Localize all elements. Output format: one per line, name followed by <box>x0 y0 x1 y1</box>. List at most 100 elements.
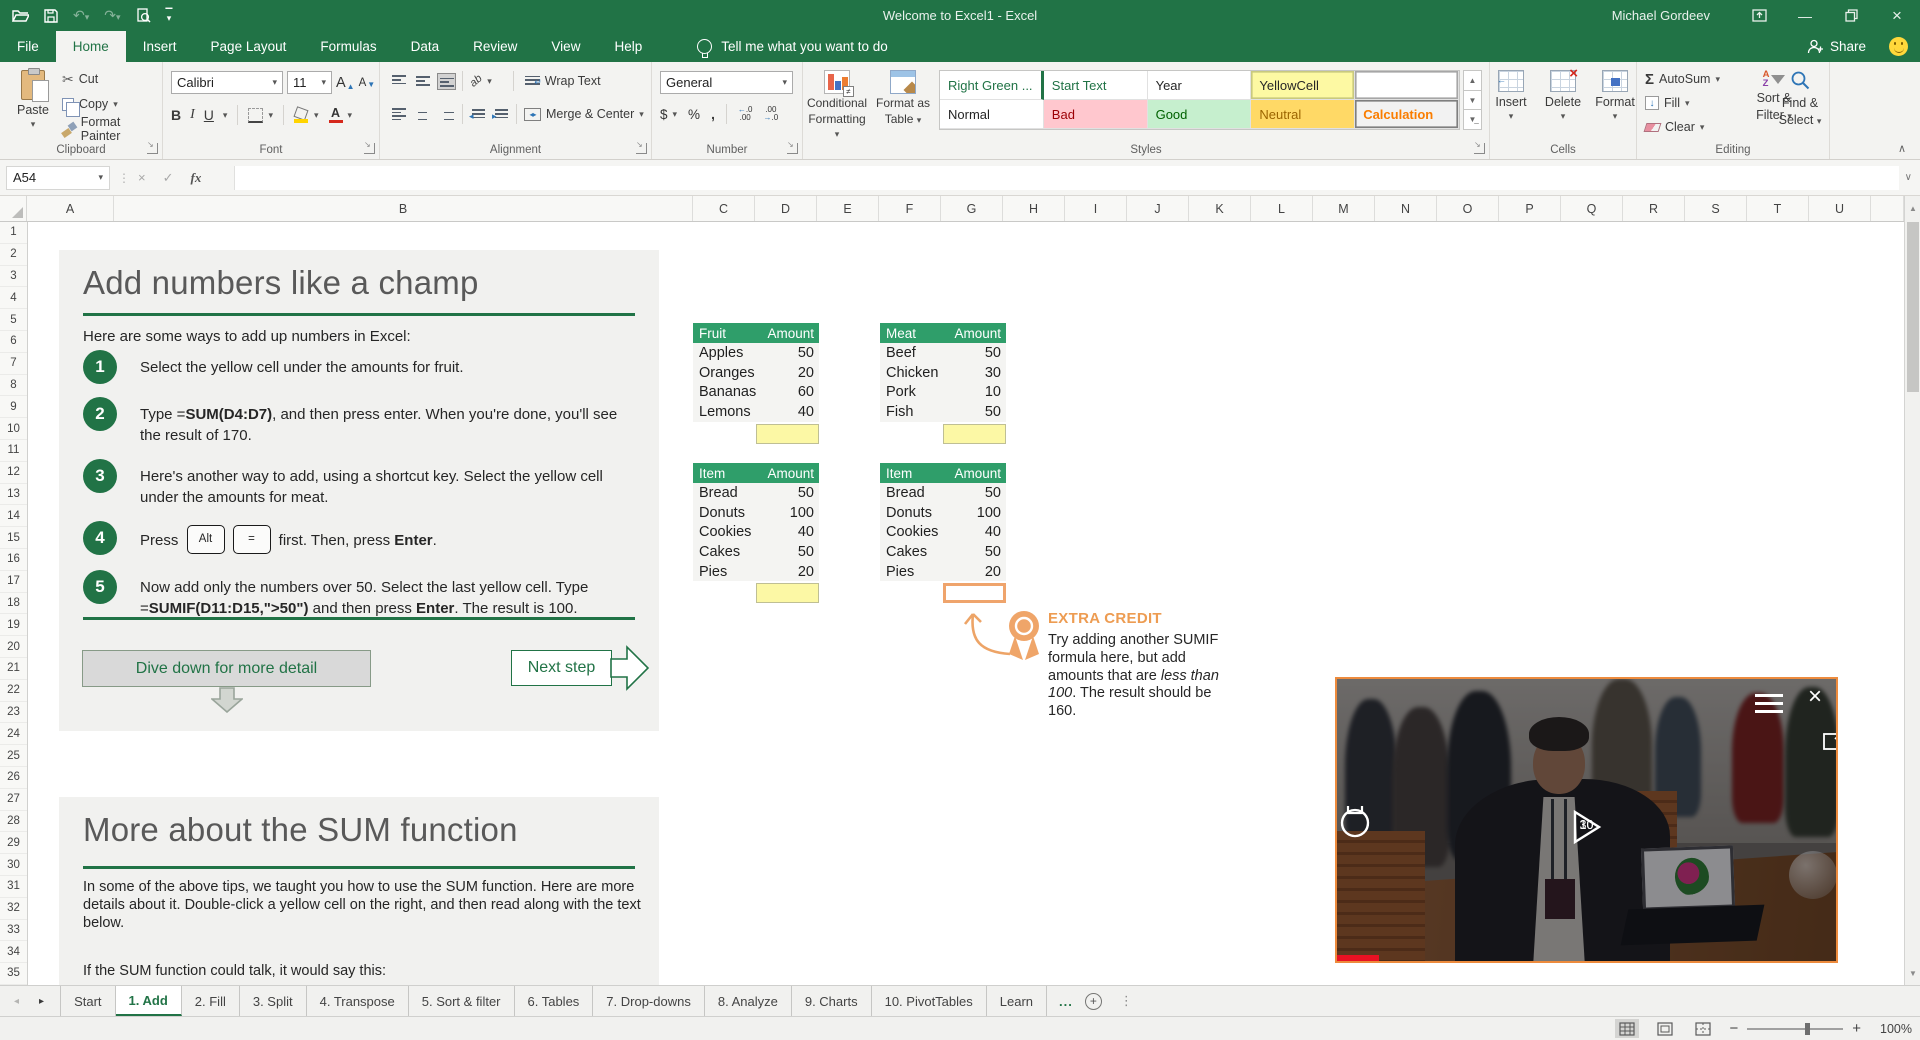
row-header-13[interactable]: 13 <box>0 484 27 506</box>
row-header-32[interactable]: 32 <box>0 898 27 920</box>
customize-qat-icon[interactable]: ▔ ▾ <box>166 8 173 22</box>
row-header-21[interactable]: 21 <box>0 658 27 680</box>
find-select-button[interactable]: Find & Select ▾ <box>1775 70 1825 127</box>
scroll-down-icon[interactable]: ▼ <box>1905 961 1920 985</box>
yellow-answer-cell[interactable] <box>943 423 1006 444</box>
video-close-icon[interactable]: × <box>1808 683 1822 711</box>
table-row[interactable]: Cakes 50 <box>880 542 1006 562</box>
decrease-indent-icon[interactable]: ◂ <box>469 108 486 121</box>
formula-input[interactable] <box>234 165 1899 190</box>
select-all-corner[interactable] <box>0 196 27 221</box>
table-row[interactable]: Beef 50 <box>880 343 1006 363</box>
bottom-align-icon[interactable] <box>437 72 456 90</box>
cancel-formula-icon[interactable]: × <box>138 170 146 185</box>
sheet-tab-2-fill[interactable]: 2. Fill <box>182 986 240 1016</box>
table-row[interactable]: Pork 10 <box>880 382 1006 403</box>
row-header-34[interactable]: 34 <box>0 941 27 964</box>
zoom-slider[interactable] <box>1747 1022 1844 1035</box>
wrap-text-button[interactable]: ↵ Wrap Text <box>524 74 601 88</box>
video-frame[interactable]: × 10 30 <box>1335 677 1838 963</box>
sheet-tab-10-pivottables[interactable]: 10. PivotTables <box>872 986 987 1016</box>
column-header-o[interactable]: O <box>1437 196 1499 221</box>
row-header-30[interactable]: 30 <box>0 854 27 876</box>
row-header-27[interactable]: 27 <box>0 789 27 811</box>
style-neutral[interactable]: Neutral <box>1251 100 1356 129</box>
ribbon-tab-data[interactable]: Data <box>394 31 457 62</box>
save-icon[interactable] <box>44 8 58 23</box>
row-header-31[interactable]: 31 <box>0 876 27 898</box>
column-header-p[interactable]: P <box>1499 196 1561 221</box>
middle-align-icon[interactable] <box>414 74 431 89</box>
ribbon-tab-review[interactable]: Review <box>456 31 534 62</box>
new-sheet-button[interactable]: + <box>1084 992 1102 1010</box>
clear-button[interactable]: Clear ▾ <box>1643 118 1720 136</box>
expand-formula-bar-icon[interactable]: ∨ <box>1905 172 1912 183</box>
share-button[interactable]: Share <box>1807 31 1866 62</box>
autosum-button[interactable]: Σ AutoSum ▾ <box>1645 70 1720 88</box>
yellow-answer-cell[interactable] <box>756 423 819 444</box>
merge-center-button[interactable]: ◂▸ Merge & Center ▾ <box>524 107 644 121</box>
video-forward-30-button[interactable]: 30 <box>1340 806 1647 845</box>
row-header-24[interactable]: 24 <box>0 723 27 746</box>
row-header-3[interactable]: 3 <box>0 266 27 288</box>
column-header-c[interactable]: C <box>693 196 755 221</box>
zoom-in-icon[interactable]: + <box>1852 1020 1861 1037</box>
percent-format-button[interactable]: % <box>688 107 700 122</box>
font-color-button[interactable]: A ▾ <box>328 106 352 124</box>
table-row[interactable]: Chicken 30 <box>880 362 1006 383</box>
page-layout-view-icon[interactable] <box>1653 1019 1677 1038</box>
copy-button[interactable]: Copy ▾ <box>62 95 162 117</box>
fill-button[interactable]: ↓ Fill ▾ <box>1645 94 1720 112</box>
column-header-d[interactable]: D <box>755 196 817 221</box>
minimize-button[interactable]: — <box>1782 0 1828 31</box>
ribbon-tab-file[interactable]: File <box>0 31 56 62</box>
conditional-formatting-button[interactable]: ≠ Conditional Formatting ▾ <box>805 70 869 140</box>
orange-answer-cell[interactable] <box>943 583 1006 604</box>
table-row[interactable]: Cookies 40 <box>880 522 1006 543</box>
row-header-11[interactable]: 11 <box>0 440 27 462</box>
table-row[interactable]: Donuts 100 <box>880 502 1006 523</box>
insert-function-icon[interactable]: fx <box>191 170 202 186</box>
table-row[interactable]: Cakes 50 <box>693 542 819 562</box>
row-header-4[interactable]: 4 <box>0 287 27 310</box>
gallery-scroll-up-icon[interactable]: ▲ <box>1463 70 1482 91</box>
row-header-7[interactable]: 7 <box>0 353 27 375</box>
styles-dialog-launcher[interactable] <box>1474 140 1485 154</box>
tell-me-box[interactable]: Tell me what you want to do <box>697 31 888 62</box>
ribbon-display-options-icon[interactable] <box>1736 0 1782 31</box>
sheet-tab-start[interactable]: Start <box>60 986 116 1016</box>
column-header-g[interactable]: G <box>941 196 1003 221</box>
row-header-1[interactable]: 1 <box>0 222 27 244</box>
column-header-k[interactable]: K <box>1189 196 1251 221</box>
column-header-b[interactable]: B <box>114 196 693 221</box>
zoom-level[interactable]: 100% <box>1870 1022 1912 1036</box>
style-bad[interactable]: Bad <box>1043 100 1148 129</box>
table-row[interactable]: Cookies 40 <box>693 522 819 543</box>
close-button[interactable]: × <box>1874 0 1920 31</box>
style-calculation[interactable]: Calculation <box>1355 100 1459 129</box>
tab-overflow-indicator[interactable]: ... <box>1059 994 1073 1009</box>
video-progress-bar[interactable] <box>1337 955 1379 961</box>
enter-formula-icon[interactable]: ✓ <box>163 170 174 186</box>
row-header-29[interactable]: 29 <box>0 832 27 855</box>
gallery-scroll-down-icon[interactable]: ▼ <box>1463 90 1482 111</box>
clipboard-dialog-launcher[interactable] <box>147 140 158 154</box>
cut-button[interactable]: ✂ Cut <box>62 70 162 88</box>
table-row[interactable]: Lemons 40 <box>693 402 819 422</box>
undo-icon[interactable]: ↶▾ <box>73 7 89 24</box>
bold-button[interactable]: B <box>171 107 181 123</box>
zoom-out-icon[interactable]: − <box>1729 1020 1738 1037</box>
row-header-18[interactable]: 18 <box>0 593 27 615</box>
fill-color-button[interactable]: ▾ <box>293 108 319 123</box>
column-header-stub[interactable] <box>1871 196 1904 221</box>
comma-format-button[interactable]: , <box>711 107 715 122</box>
row-header-16[interactable]: 16 <box>0 549 27 571</box>
style-start-text[interactable]: Start Text <box>1043 71 1148 100</box>
number-format-select[interactable]: General ▾ <box>660 71 793 94</box>
increase-indent-icon[interactable]: ▸ <box>492 108 509 121</box>
font-name-select[interactable]: Calibri ▾ <box>171 71 283 94</box>
table-row[interactable]: Bread 50 <box>880 483 1006 503</box>
page-break-view-icon[interactable] <box>1691 1019 1715 1038</box>
style-year[interactable]: Year <box>1147 71 1252 100</box>
next-step-button[interactable]: Next step <box>511 650 612 686</box>
